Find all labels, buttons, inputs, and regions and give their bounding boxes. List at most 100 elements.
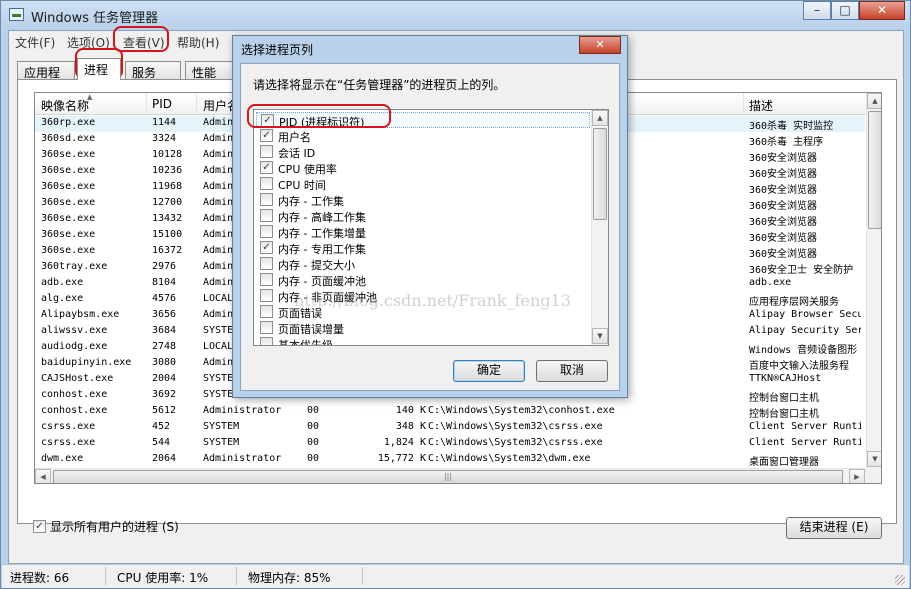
status-process-count: 进程数: 66	[10, 571, 70, 585]
table-row[interactable]: conhost.exe 5612 Administrator 00 140 K C:\Wi…	[35, 404, 865, 420]
column-option[interactable]: 会话 ID	[256, 144, 590, 160]
column-option-checkbox[interactable]	[260, 337, 273, 345]
table-cell: csrss.exe	[41, 421, 96, 432]
scroll-right-icon[interactable]: ▶	[849, 469, 865, 483]
table-cell: C:\Windows\System32\csrss.exe	[428, 437, 603, 448]
end-process-button[interactable]: 结束进程 (E)	[786, 517, 882, 539]
list-scroll-thumb[interactable]	[593, 128, 607, 220]
table-cell: 360se.exe	[41, 165, 96, 176]
column-option[interactable]: ✓ 内存 - 专用工作集	[256, 240, 590, 256]
header-image-name[interactable]: 映像名称	[41, 97, 89, 114]
column-option-checkbox[interactable]	[260, 305, 273, 318]
column-option-label: 会话 ID	[278, 147, 316, 160]
table-row[interactable]: csrss.exe 452 SYSTEM 00 348 K C:\Windows\Syst…	[35, 420, 865, 436]
column-option-checkbox[interactable]	[260, 145, 273, 158]
table-cell: 3324	[152, 133, 177, 144]
column-option-checkbox[interactable]	[260, 289, 273, 302]
close-button[interactable]: ✕	[859, 1, 905, 20]
list-scroll-up-icon[interactable]: ▲	[592, 110, 608, 126]
table-cell: Administrator	[203, 405, 282, 416]
table-cell: 360安全浏览器	[749, 201, 818, 212]
status-cpu-usage: CPU 使用率: 1%	[117, 571, 209, 585]
column-option-checkbox[interactable]	[260, 273, 273, 286]
table-cell: conhost.exe	[41, 405, 108, 416]
column-option-checkbox[interactable]: ✓	[260, 241, 273, 254]
column-option-label: CPU 时间	[278, 179, 326, 192]
scroll-down-icon[interactable]: ▼	[867, 451, 881, 467]
column-option[interactable]: 内存 - 提交大小	[256, 256, 590, 272]
table-cell: adb.exe	[41, 277, 84, 288]
table-cell: alg.exe	[41, 293, 84, 304]
maximize-button[interactable]: □	[831, 1, 859, 20]
column-option-checkbox[interactable]	[260, 321, 273, 334]
column-option-checkbox[interactable]: ✓	[260, 129, 273, 142]
header-description[interactable]: 描述	[749, 97, 773, 114]
menu-view[interactable]: 查看(V)	[123, 34, 165, 51]
column-option[interactable]: 页面错误增量	[256, 320, 590, 336]
column-option[interactable]: ✓ CPU 使用率	[256, 160, 590, 176]
scroll-left-icon[interactable]: ◀	[35, 469, 51, 483]
resize-grip-icon[interactable]	[895, 575, 905, 585]
table-row[interactable]: dwm.exe 2064 Administrator 00 15,772 K C:\Win…	[35, 452, 865, 468]
table-cell: 13432	[152, 213, 183, 224]
table-cell: C:\Windows\System32\conhost.exe	[428, 405, 615, 416]
dialog-close-button[interactable]: ✕	[579, 36, 621, 54]
table-cell: 360安全浏览器	[749, 233, 818, 244]
table-cell: adb.exe	[749, 277, 792, 288]
column-option-checkbox[interactable]: ✓	[260, 161, 273, 174]
tab-processes[interactable]: 进程	[77, 58, 121, 80]
column-option[interactable]: CPU 时间	[256, 176, 590, 192]
column-option-checkbox[interactable]	[260, 193, 273, 206]
column-option[interactable]: ✓ PID (进程标识符)	[256, 112, 590, 129]
menu-options[interactable]: 选项(O)	[67, 34, 110, 51]
table-cell: 140 K	[395, 405, 426, 416]
tab-performance[interactable]: 性能	[185, 61, 237, 80]
column-option-label: 内存 - 工作集	[278, 195, 344, 208]
column-option[interactable]: 内存 - 工作集	[256, 192, 590, 208]
table-vertical-scrollbar[interactable]: ▲ ▼	[866, 93, 881, 468]
column-list-scrollbar[interactable]: ▲ ▼	[591, 110, 608, 345]
table-row[interactable]: csrss.exe 544 SYSTEM 00 1,824 K C:\Windows\Sy…	[35, 436, 865, 452]
column-option-checkbox[interactable]	[260, 209, 273, 222]
table-cell: Client Server Runtim	[749, 421, 861, 432]
table-cell: 00	[307, 453, 320, 464]
table-cell: 00	[307, 437, 320, 448]
table-cell: 百度中文输入法服务程	[749, 361, 849, 372]
ok-button[interactable]: 确定	[453, 360, 525, 382]
table-cell: Administrator	[203, 453, 282, 464]
column-option-checkbox[interactable]: ✓	[261, 114, 274, 127]
cancel-button[interactable]: 取消	[536, 360, 608, 382]
column-option[interactable]: 内存 - 工作集增量	[256, 224, 590, 240]
table-cell: 16372	[152, 245, 183, 256]
scroll-up-icon[interactable]: ▲	[867, 93, 881, 109]
table-cell: 544	[152, 437, 171, 448]
horizontal-scroll-thumb[interactable]: |||	[53, 470, 843, 483]
menu-file[interactable]: 文件(F)	[15, 34, 55, 51]
table-cell: C:\Windows\System32\dwm.exe	[428, 453, 591, 464]
table-cell: 15100	[152, 229, 183, 240]
column-option-checkbox[interactable]	[260, 257, 273, 270]
dialog-client: 请选择将显示在“任务管理器”的进程页上的列。 ▲ ▼ ✓ PID (进程标识符) ✓…	[240, 63, 620, 391]
table-cell: 15,772 K	[377, 453, 426, 464]
show-all-users-checkbox[interactable]: ✓	[33, 520, 46, 533]
table-cell: 360se.exe	[41, 229, 96, 240]
table-cell: 1,824 K	[383, 437, 426, 448]
minimize-button[interactable]: –	[803, 1, 831, 20]
column-option-label: 内存 - 提交大小	[278, 259, 355, 272]
menu-help[interactable]: 帮助(H)	[177, 34, 219, 51]
table-cell: 11968	[152, 181, 183, 192]
table-horizontal-scrollbar[interactable]: ◀ ||| ▶	[35, 468, 866, 483]
column-option[interactable]: 内存 - 页面缓冲池	[256, 272, 590, 288]
column-option[interactable]: 内存 - 高峰工作集	[256, 208, 590, 224]
tab-services[interactable]: 服务	[125, 61, 181, 80]
column-option-checkbox[interactable]	[260, 177, 273, 190]
tab-applications[interactable]: 应用程序	[17, 61, 75, 97]
column-option[interactable]: 基本优先级	[256, 336, 590, 345]
header-pid[interactable]: PID	[152, 97, 172, 111]
column-option-checkbox[interactable]	[260, 225, 273, 238]
title-bar[interactable]: Windows 任务管理器 – □ ✕	[1, 1, 910, 29]
list-scroll-down-icon[interactable]: ▼	[592, 328, 608, 344]
table-cell: 3656	[152, 309, 177, 320]
column-option[interactable]: ✓ 用户名	[256, 128, 590, 144]
vertical-scroll-thumb[interactable]	[868, 111, 881, 229]
